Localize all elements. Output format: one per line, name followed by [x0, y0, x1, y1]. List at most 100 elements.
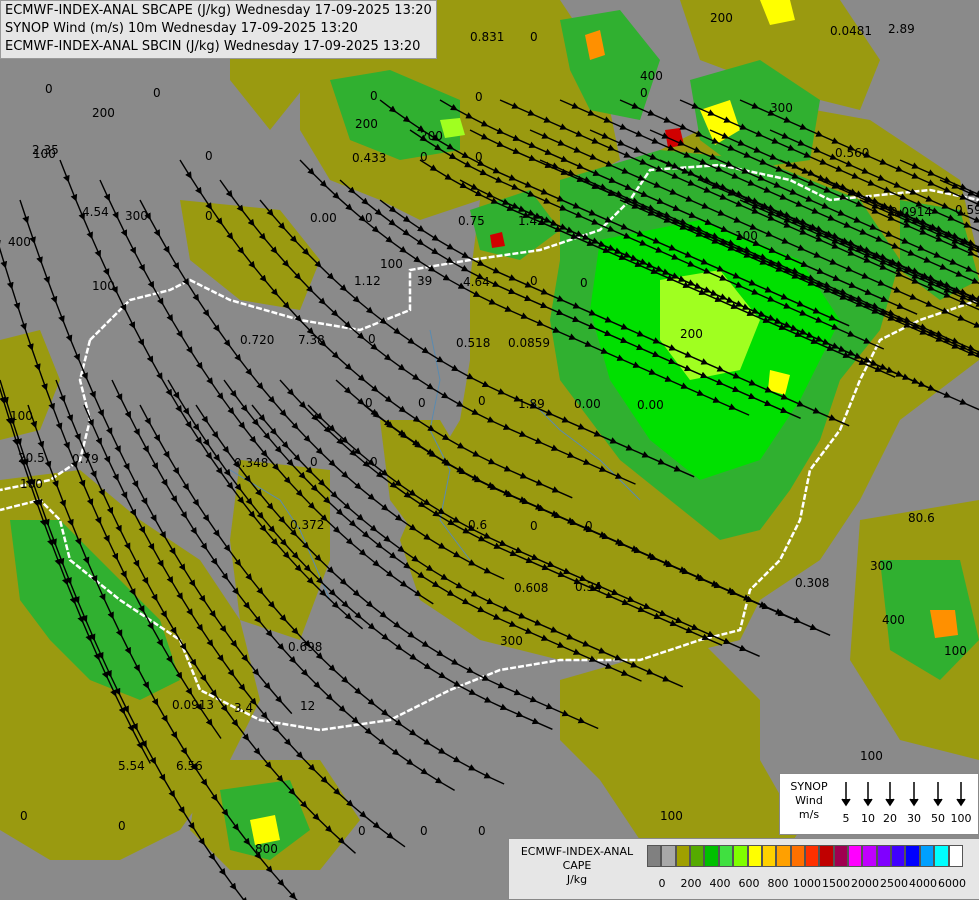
wind-streamline [139, 404, 505, 785]
cape-swatch-15 [862, 845, 877, 867]
map-value-label: 400 [8, 235, 31, 249]
map-value-label: 300 [770, 101, 793, 115]
cape-swatch-9 [776, 845, 791, 867]
map-value-label: 0.0914 [890, 205, 932, 219]
cape-swatch-3 [690, 845, 705, 867]
map-value-label: 0.608 [514, 581, 548, 595]
cape-swatch-2 [675, 845, 691, 867]
map-value-label: 100 [380, 257, 403, 271]
map-value-label: 0.00 [310, 211, 337, 225]
cape-swatch-8 [761, 845, 777, 867]
map-value-label: 80.6 [908, 511, 935, 525]
cape-swatch-0 [647, 845, 662, 867]
map-value-label: 300 [125, 209, 148, 223]
map-value-label: 400 [640, 69, 663, 83]
map-value-label: 200 [355, 117, 378, 131]
cape-swatch-7 [747, 845, 762, 867]
map-value-label: 0.79 [72, 452, 99, 466]
wind-streamlines: 0.831 0 0.0481 2.890 0 0 0 02.35 0 0.433 0 0 0.5604.… [0, 11, 979, 900]
map-value-label: 0.720 [240, 333, 274, 347]
map-value-label: 200 [420, 129, 443, 143]
map-value-label: 200 [92, 106, 115, 120]
cape-swatch-12 [819, 845, 834, 867]
map-value-label: 100 [735, 229, 758, 243]
cape-swatch-21 [948, 845, 963, 867]
map-value-label: 0.518 [456, 336, 490, 350]
map-value-label: 0 [358, 824, 366, 838]
wind-speed-5: 5 [842, 812, 850, 825]
map-value-label: 100 [92, 279, 115, 293]
map-value-label: 4.64 [463, 275, 490, 289]
wind-streamline [167, 379, 553, 730]
cape-legend: ECMWF-INDEX-ANAL CAPE J/kg 0 200 400 600… [508, 838, 979, 900]
wind-streamline [619, 199, 979, 363]
map-value-label: 7.38 [298, 333, 325, 347]
map-value-label: 100 [860, 749, 883, 763]
wind-streamline [619, 99, 979, 263]
map-value-label: 0 [580, 276, 588, 290]
cape-color-scale [647, 845, 963, 867]
map-value-label: 0 [640, 86, 648, 100]
cape-legend-line1: ECMWF-INDEX-ANAL [520, 845, 634, 858]
map-value-label: 20.5 [18, 451, 45, 465]
map-value-label: 0.75 [458, 214, 485, 228]
map-value-label: 0.831 [470, 30, 504, 44]
wind-legend: SYNOP Wind m/s 5 10 20 30 50 100 [779, 773, 979, 835]
map-value-label: 0 [153, 86, 161, 100]
map-value-label: 0 [368, 332, 376, 346]
map-value-label: 0.433 [352, 151, 386, 165]
cape-swatch-18 [905, 845, 920, 867]
wind-speed-20: 20 [883, 812, 897, 825]
map-value-label: 0.34 [575, 580, 602, 594]
cape-swatch-19 [919, 845, 935, 867]
map-value-label: 800 [255, 842, 278, 856]
map-value-label: 0 [370, 455, 378, 469]
map-value-label: 3.4 [234, 701, 253, 715]
wind-streamline [83, 404, 406, 848]
cape-swatch-17 [891, 845, 906, 867]
map-value-label: 100 [660, 809, 683, 823]
cape-swatch-4 [704, 845, 719, 867]
map-value-label: 0 [478, 394, 486, 408]
header-cape-title: ECMWF-INDEX-ANAL SBCAPE (J/kg) Wednesday… [5, 3, 432, 18]
cape-tick-6000: 6000 [938, 877, 966, 890]
map-value-label: 1.42 [518, 214, 545, 228]
map-value-label: 0.6 [468, 518, 487, 532]
map-value-label: 0 [478, 824, 486, 838]
map-value-label: 0 [475, 150, 483, 164]
header-wind-title: SYNOP Wind (m/s) 10m Wednesday 17-09-202… [5, 21, 358, 36]
map-value-label: 100 [10, 409, 33, 423]
wind-speed-100: 100 [950, 812, 972, 825]
map-value-label: 0 [365, 396, 373, 410]
map-value-label: 0.00 [637, 398, 664, 412]
map-value-label: 1.89 [518, 397, 545, 411]
map-value-label: 2.89 [888, 22, 915, 36]
wind-streamline [379, 199, 850, 427]
wind-streamline [99, 179, 434, 605]
wind-speed-10: 10 [861, 812, 875, 825]
cape-swatch-14 [848, 845, 863, 867]
map-value-label: 200 [680, 327, 703, 341]
map-value-label: 0 [20, 809, 28, 823]
map-value-label: 0.598 [955, 203, 979, 217]
cape-swatch-10 [790, 845, 805, 867]
map-value-label: 0.560 [835, 146, 869, 160]
wind-streamline [769, 129, 979, 230]
cape-swatch-1 [661, 845, 676, 867]
map-value-label: 0 [530, 519, 538, 533]
map-value-label: 0.00 [574, 397, 601, 411]
map-value-label: 0 [310, 455, 318, 469]
cape-swatch-11 [804, 845, 820, 867]
map-value-label: 100 [944, 644, 967, 658]
map-value-label: 0 [585, 519, 593, 533]
map-value-label: 0 [420, 824, 428, 838]
map-value-label: 5.54 [118, 759, 145, 773]
map-value-label: 0.308 [795, 576, 829, 590]
cape-swatch-5 [718, 845, 734, 867]
map-value-label: 0 [530, 274, 538, 288]
map-value-label: 0 [530, 30, 538, 44]
map-value-label: 0 [475, 90, 483, 104]
cape-swatch-6 [733, 845, 748, 867]
header-cin-title: ECMWF-INDEX-ANAL SBCIN (J/kg) Wednesday … [5, 39, 421, 54]
map-value-label: 4.54 [82, 205, 109, 219]
